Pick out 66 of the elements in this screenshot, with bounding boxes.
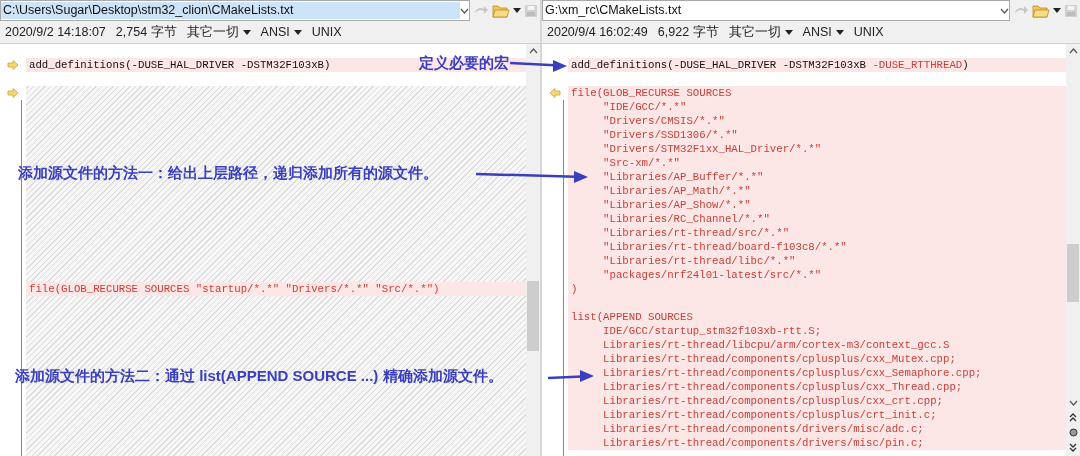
annotation-label: 定义必要的宏	[419, 53, 509, 73]
next-diff-icon[interactable]	[1069, 443, 1077, 452]
caret-icon	[784, 29, 793, 35]
dropdown-chevron-icon[interactable]	[1000, 7, 1009, 14]
caret-icon	[1053, 8, 1061, 13]
code-line: "Drivers/STM32F1xx_HAL_Driver/*.*"	[602, 142, 822, 156]
code-line: file(GLOB_RECURSE SOURCES "startup/*.*" "Drivers/*.*" "Src/*.*")	[28, 282, 440, 296]
file-info-text: 2,754 字节	[115, 23, 177, 41]
right-arrow-icon[interactable]	[7, 88, 19, 98]
dropdown-button[interactable]: ANSI	[802, 25, 844, 39]
code-line: IDE/GCC/startup_stm32f103xb-rtt.S;	[602, 324, 822, 338]
code-line: Libraries/rt-thread/components/cplusplus/cxx_Thread.cpp;	[602, 380, 963, 394]
code-line: "Src-xm/*.*"	[602, 156, 681, 170]
folder-icon[interactable]	[492, 3, 510, 18]
code-line: Libraries/rt-thread/components/cplusplus/crt_init.c;	[602, 408, 937, 422]
code-line: Libraries/rt-thread/components/cplusplus/cxx_crt.cpp;	[602, 394, 943, 408]
previous-diff-icon[interactable]	[1069, 413, 1077, 422]
caret-icon	[242, 29, 251, 35]
pointer-arrow	[509, 60, 567, 72]
code-line: "Libraries/RC_Channel/*.*"	[602, 212, 770, 226]
file-path-field[interactable]: G:\xm_rc\CMakeLists.txt	[542, 0, 1010, 21]
scroll-up-icon[interactable]	[1068, 48, 1078, 54]
scrollbar-thumb[interactable]	[527, 280, 539, 351]
left-arrow-icon[interactable]	[549, 88, 561, 98]
scroll-down-icon[interactable]	[1068, 400, 1078, 406]
file-info-text: UNIX	[311, 25, 342, 39]
code-line: "Drivers/SSD1306/*.*"	[602, 128, 738, 142]
caret-icon	[513, 8, 521, 13]
pointer-arrow	[547, 370, 594, 382]
file-info-text: 2020/9/4 16:02:49	[547, 25, 648, 39]
file-path-field[interactable]: C:\Users\Sugar\Desktop\stm32_clion\CMakeLists.txt	[0, 0, 470, 21]
code-line: Libraries/rt-thread/libcpu/arm/cortex-m3/context_gcc.S	[602, 338, 950, 352]
right-arrow-icon[interactable]	[7, 60, 19, 70]
code-line: "Libraries/rt-thread/libc/*.*"	[602, 254, 796, 268]
code-line: Libraries/rt-thread/components/cplusplus/cxx_Semaphore.cpp;	[602, 366, 982, 380]
dropdown-button[interactable]: 其它一切	[728, 23, 793, 41]
dropdown-button[interactable]: 其它一切	[186, 23, 251, 41]
code-line: )	[570, 282, 578, 296]
dropdown-chevron-icon[interactable]	[460, 7, 469, 14]
file-info-text: 2020/9/2 14:18:07	[5, 25, 106, 39]
code-line: Libraries/rt-thread/components/drivers/misc/adc.c;	[602, 422, 924, 436]
code-line: "Libraries/AP_Buffer/*.*"	[602, 170, 764, 184]
circle-icon[interactable]	[1068, 428, 1078, 437]
save-icon[interactable]	[524, 3, 538, 18]
code-line: "Libraries/rt-thread/src/*.*"	[602, 226, 790, 240]
save-icon[interactable]	[1064, 3, 1078, 18]
code-line: Libraries/rt-thread/components/drivers/misc/pin.c;	[602, 436, 924, 450]
caret-icon	[293, 29, 302, 35]
code-line: add_definitions(-DUSE_HAL_DRIVER -DSTM32F103xB)	[28, 58, 331, 72]
code-line: "packages/nrf24l01-latest/src/*.*"	[602, 268, 822, 282]
code-line: list(APPEND SOURCES	[570, 310, 693, 324]
code-line: "Libraries/AP_Show/*.*"	[602, 198, 751, 212]
code-line: file(GLOB_RECURSE SOURCES	[570, 86, 732, 100]
scrollbar-thumb[interactable]	[1067, 243, 1079, 302]
code-line: Libraries/rt-thread/components/cplusplus/cxx_Mutex.cpp;	[602, 352, 956, 366]
file-info-text: UNIX	[853, 25, 884, 39]
code-line: "Libraries/AP_Math/*.*"	[602, 184, 751, 198]
code-line: "Libraries/rt-thread/board-f103c8/*.*"	[602, 240, 847, 254]
code-line: add_definitions(-DUSE_HAL_DRIVER -DSTM32F103xB -DUSE_RTTHREAD)	[570, 58, 969, 72]
caret-icon	[835, 29, 844, 35]
folder-icon[interactable]	[1032, 3, 1050, 18]
scroll-up-icon[interactable]	[528, 48, 538, 54]
code-line: "Drivers/CMSIS/*.*"	[602, 114, 725, 128]
dropdown-button[interactable]: ANSI	[260, 25, 302, 39]
file-info-text: 6,922 字节	[657, 23, 719, 41]
code-line: "IDE/GCC/*.*"	[602, 100, 687, 114]
